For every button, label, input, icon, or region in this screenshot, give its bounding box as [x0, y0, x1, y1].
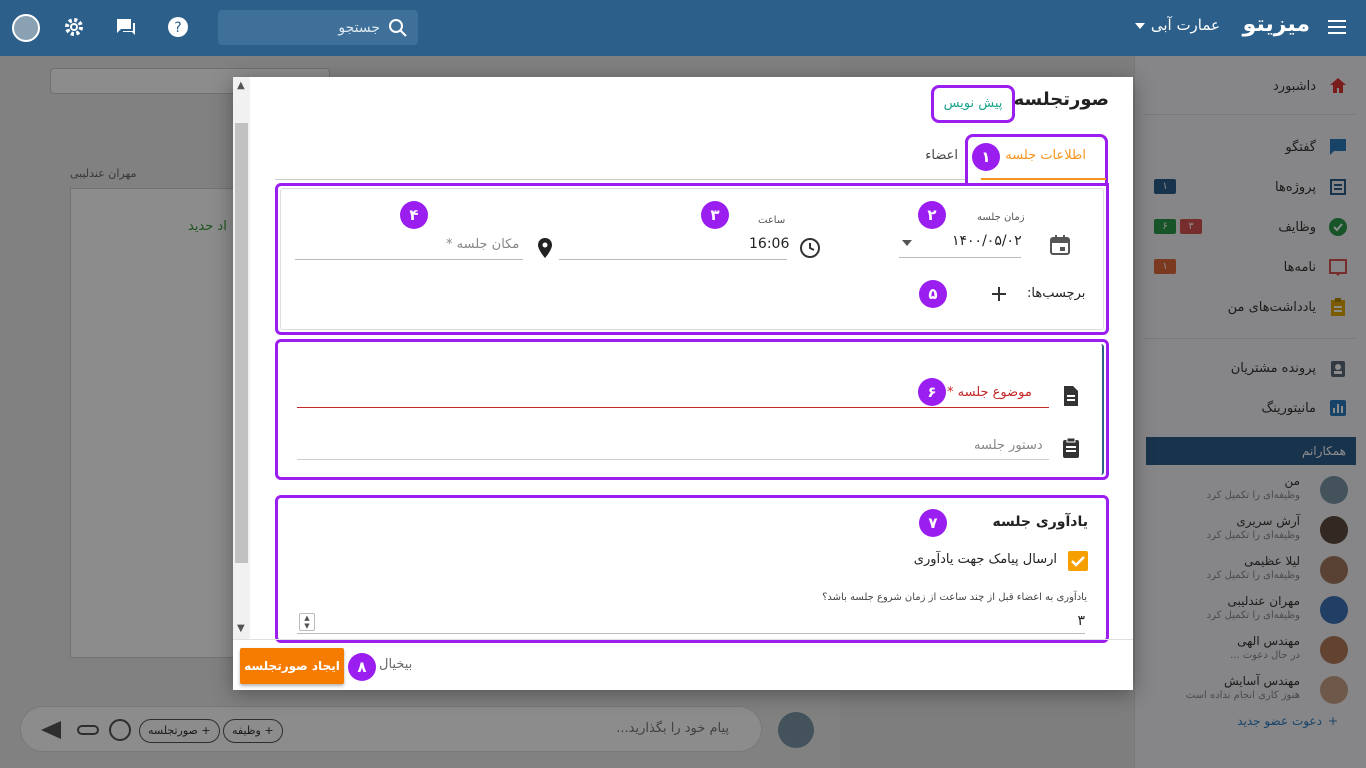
search-box[interactable] [218, 10, 418, 45]
location-underline [295, 259, 523, 260]
subject-underline [297, 407, 1049, 408]
step-badge: ۱ [972, 143, 1000, 171]
clock-icon [800, 238, 820, 258]
reminder-hours-label: یادآوری به اعضاء قبل از چند ساعت از زمان… [822, 592, 1087, 603]
avatar[interactable] [12, 14, 40, 42]
reminder-hours-underline [297, 633, 1085, 634]
tags-label: برچسب‌ها: [1027, 286, 1086, 301]
step-badge: ۳ [701, 201, 729, 229]
location-icon [538, 238, 552, 258]
brand-logo[interactable]: میزیتو [1243, 12, 1310, 37]
top-bar: میزیتو عمارت آبی ? [0, 0, 1366, 56]
step-badge: ۲ [918, 201, 946, 229]
clipboard-icon [1063, 437, 1079, 458]
document-icon [1064, 386, 1078, 406]
workspace-name: عمارت آبی [1150, 16, 1220, 34]
scrollbar-thumb[interactable] [235, 123, 248, 563]
divider [233, 639, 1133, 640]
step-badge: ۵ [919, 280, 947, 308]
step-badge: ۶ [918, 378, 946, 406]
svg-text:?: ? [174, 20, 181, 36]
date-label: زمان جلسه [977, 212, 1025, 223]
dialog-title: صورتجلسه [1013, 89, 1109, 110]
subject-field[interactable]: موضوع جلسه * [947, 385, 1032, 400]
date-field[interactable]: ۱۴۰۰/۰۵/۰۲ [952, 233, 1022, 249]
active-tab-indicator [981, 178, 1106, 180]
step-badge: ۷ [919, 509, 947, 537]
location-field[interactable]: مکان جلسه * [446, 237, 519, 252]
menu-icon[interactable] [1326, 16, 1348, 38]
sms-reminder-checkbox[interactable] [1068, 551, 1088, 571]
time-label: ساعت [758, 215, 786, 226]
meeting-minutes-dialog: ▲ ▼ صورتجلسه پیش نویس اطلاعات جلسه ۱ اعض… [233, 77, 1133, 690]
check-icon [1071, 556, 1085, 567]
sms-reminder-label: ارسال پیامک جهت یادآوری [913, 552, 1057, 567]
step-badge: ۴ [400, 201, 428, 229]
tab-members[interactable]: اعضاء [925, 148, 958, 163]
chevron-down-icon[interactable] [902, 240, 912, 246]
draft-button[interactable]: پیش نویس [931, 85, 1015, 123]
agenda-underline [297, 459, 1049, 460]
help-icon[interactable]: ? [165, 14, 191, 40]
create-minutes-button[interactable]: ایجاد صورتجلسه [240, 648, 344, 684]
gear-icon[interactable] [61, 14, 87, 40]
reminder-title: یادآوری جلسه [992, 514, 1088, 530]
tab-meeting-info[interactable]: اطلاعات جلسه [1005, 148, 1086, 163]
time-underline [559, 259, 787, 260]
cancel-button[interactable]: بیخیال [379, 657, 412, 672]
search-icon [389, 18, 407, 37]
search-input[interactable] [250, 19, 380, 36]
time-field[interactable]: 16:06 [749, 236, 789, 252]
workspace-selector[interactable]: عمارت آبی [1134, 16, 1220, 34]
reminder-section [275, 495, 1109, 643]
calendar-icon[interactable] [1049, 234, 1071, 256]
agenda-field[interactable]: دستور جلسه [974, 438, 1043, 453]
step-badge: ۸ [348, 653, 376, 681]
chevron-down-icon [1134, 23, 1145, 29]
scrollbar[interactable]: ▲ ▼ [233, 77, 250, 639]
plus-icon[interactable] [991, 286, 1007, 302]
messages-icon[interactable] [113, 14, 139, 40]
chevron-up-icon[interactable]: ▲ [237, 80, 245, 91]
date-underline [899, 257, 1021, 258]
number-stepper[interactable]: ▲ ▼ [299, 613, 315, 631]
divider [275, 179, 965, 180]
reminder-hours-input[interactable]: ۳ [1077, 613, 1085, 629]
chevron-down-icon[interactable]: ▼ [237, 623, 245, 634]
